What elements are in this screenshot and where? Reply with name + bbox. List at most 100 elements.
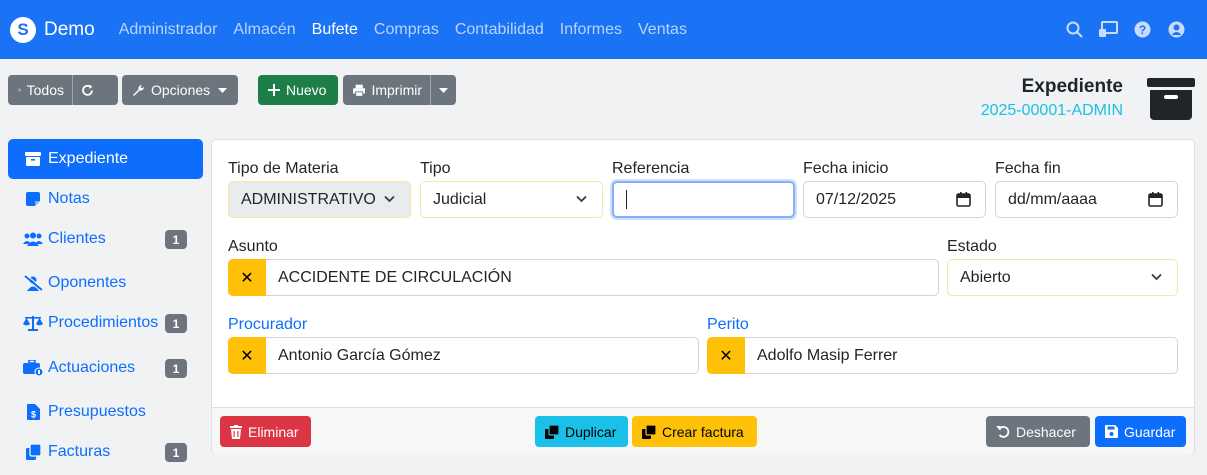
caret-down-icon <box>218 87 228 93</box>
top-navbar: S Demo Administrador Almacén Bufete Comp… <box>0 0 1207 59</box>
imprimir-button[interactable]: Imprimir <box>343 75 456 105</box>
fecha-fin-placeholder: dd/mm/aaaa <box>1008 190 1097 208</box>
count-badge: 1 <box>165 230 187 249</box>
chevron-down-icon <box>1151 273 1162 281</box>
nav-icons: ? <box>1051 18 1187 40</box>
procurador-value[interactable]: Antonio García Gómez <box>278 347 441 365</box>
svg-text:$: $ <box>30 410 35 420</box>
clear-asunto-button[interactable]: ✕ <box>228 259 266 296</box>
estado-select[interactable]: Abierto <box>947 259 1178 296</box>
fecha-fin-input[interactable]: dd/mm/aaaa <box>995 181 1178 218</box>
save-icon <box>1105 425 1118 438</box>
tipo-materia-value: ADMINISTRATIVO <box>241 190 376 208</box>
guardar-label: Guardar <box>1124 423 1176 440</box>
brand[interactable]: S Demo <box>10 16 95 43</box>
sidebar-item-notas[interactable]: Notas <box>8 179 203 219</box>
fecha-inicio-value: 07/12/2025 <box>816 190 897 208</box>
duplicar-label: Duplicar <box>565 423 617 440</box>
sidebar-item-clientes[interactable]: Clientes 1 <box>8 219 203 259</box>
printer-icon <box>353 84 366 97</box>
sidebar-item-label: Oponentes <box>48 274 127 291</box>
sidebar-item-label: Presupuestos <box>48 403 146 420</box>
crear-factura-label: Crear factura <box>662 423 744 440</box>
procurador-input-group: ✕ Antonio García Gómez <box>228 337 699 374</box>
caret-down-icon <box>439 87 448 93</box>
tipo-materia-select[interactable]: ADMINISTRATIVO <box>228 181 411 218</box>
list-icon <box>18 88 21 92</box>
sidebar-item-facturas[interactable]: Facturas 1 <box>8 432 203 472</box>
copy-icon <box>642 424 656 439</box>
fecha-inicio-input[interactable]: 07/12/2025 <box>803 181 986 218</box>
count-badge: 1 <box>165 314 187 333</box>
referencia-input[interactable] <box>612 181 795 218</box>
nuevo-label: Nuevo <box>286 82 327 98</box>
calendar-icon[interactable] <box>1148 192 1163 207</box>
menu-almacen[interactable]: Almacén <box>233 21 295 39</box>
menu-informes[interactable]: Informes <box>560 21 622 39</box>
opciones-label: Opciones <box>151 82 211 98</box>
sidebar-item-label: Expediente <box>48 150 129 167</box>
sidebar-item-expediente[interactable]: Expediente <box>8 139 203 179</box>
duplicar-button[interactable]: Duplicar <box>535 416 628 447</box>
sidebar-item-procedimientos[interactable]: Procedimientos 1 <box>8 303 203 343</box>
asunto-value[interactable]: ACCIDENTE DE CIRCULACIÓN <box>278 269 512 287</box>
sidebar-item-presupuestos[interactable]: $ Presupuestos <box>8 392 203 432</box>
menu-contabilidad[interactable]: Contabilidad <box>455 21 544 39</box>
sidebar-item-actuaciones[interactable]: Actuaciones 1 <box>8 348 203 388</box>
text-cursor <box>626 190 627 209</box>
asunto-input-group: ✕ ACCIDENTE DE CIRCULACIÓN <box>228 259 939 296</box>
monitor-icon[interactable] <box>1097 18 1119 40</box>
eliminar-button[interactable]: Eliminar <box>220 416 311 447</box>
todos-label: Todos <box>26 82 64 98</box>
fecha-inicio-label: Fecha inicio <box>803 160 889 177</box>
estado-value: Abierto <box>960 268 1011 286</box>
count-badge: 1 <box>165 359 187 378</box>
menu-ventas[interactable]: Ventas <box>638 21 687 39</box>
imprimir-dropdown-toggle[interactable] <box>430 75 456 105</box>
plus-icon <box>268 84 280 96</box>
sidebar-item-oponentes[interactable]: Oponentes <box>8 263 203 303</box>
search-icon[interactable] <box>1063 18 1085 40</box>
tipo-value: Judicial <box>433 190 487 208</box>
menu-bufete[interactable]: Bufete <box>312 21 358 39</box>
perito-input-group: ✕ Adolfo Masip Ferrer <box>707 337 1178 374</box>
users-icon <box>22 228 44 250</box>
user-icon[interactable] <box>1165 18 1187 40</box>
guardar-button[interactable]: Guardar <box>1095 416 1186 447</box>
procurador-link[interactable]: Procurador <box>228 316 307 334</box>
calendar-icon[interactable] <box>956 192 971 207</box>
crear-factura-button[interactable]: Crear factura <box>632 416 757 447</box>
sidebar-item-label: Facturas <box>48 443 111 460</box>
deshacer-label: Deshacer <box>1016 423 1076 440</box>
menu-compras[interactable]: Compras <box>374 21 439 39</box>
perito-link[interactable]: Perito <box>707 316 749 334</box>
imprimir-label: Imprimir <box>371 82 422 98</box>
sidebar: Expediente Notas Clientes 1 Oponentes Pr… <box>8 139 203 472</box>
expediente-form-card: Tipo de Materia ADMINISTRATIVO Tipo Judi… <box>211 139 1195 455</box>
todos-button[interactable]: Todos <box>8 75 118 105</box>
svg-text:?: ? <box>1138 23 1145 37</box>
fecha-fin-label: Fecha fin <box>995 160 1061 177</box>
note-icon <box>22 188 44 210</box>
deshacer-button[interactable]: Deshacer <box>986 416 1090 447</box>
count-badge: 1 <box>165 443 187 462</box>
perito-value[interactable]: Adolfo Masip Ferrer <box>757 347 898 365</box>
brand-logo-icon: S <box>10 16 36 43</box>
nuevo-button[interactable]: Nuevo <box>258 75 338 105</box>
scale-icon <box>22 312 44 334</box>
user-slash-icon <box>22 272 44 294</box>
refresh-icon[interactable] <box>72 75 108 105</box>
tipo-select[interactable]: Judicial <box>420 181 603 218</box>
referencia-label: Referencia <box>612 160 690 177</box>
clear-perito-button[interactable]: ✕ <box>707 337 745 374</box>
chevron-down-icon <box>384 195 395 203</box>
trash-icon <box>230 424 242 439</box>
main-menu: Administrador Almacén Bufete Compras Con… <box>119 21 703 39</box>
wrench-icon <box>133 84 145 96</box>
menu-administrador[interactable]: Administrador <box>119 21 218 39</box>
invoice-dollar-icon: $ <box>22 401 44 423</box>
help-icon[interactable]: ? <box>1131 18 1153 40</box>
opciones-button[interactable]: Opciones <box>122 75 238 105</box>
clear-procurador-button[interactable]: ✕ <box>228 337 266 374</box>
copy-icon <box>22 441 44 463</box>
